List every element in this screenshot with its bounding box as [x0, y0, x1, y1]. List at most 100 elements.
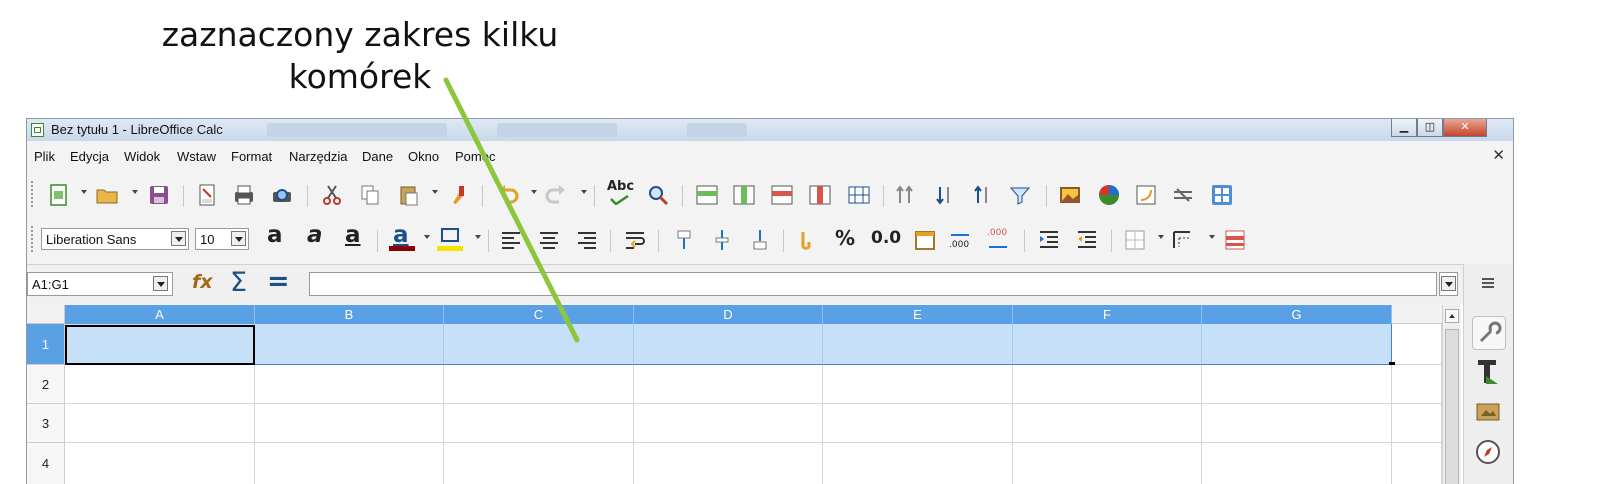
- column-header-d[interactable]: D: [634, 305, 823, 324]
- export-pdf-icon[interactable]: [195, 183, 219, 207]
- menu-okno[interactable]: Okno: [408, 149, 439, 164]
- cell-f4[interactable]: [1013, 443, 1202, 484]
- sidebar-menu-icon[interactable]: [1482, 278, 1494, 288]
- merge-cells-icon[interactable]: [847, 183, 871, 207]
- cell-e1[interactable]: [823, 324, 1013, 365]
- expand-formula-bar-button[interactable]: [1439, 272, 1458, 296]
- font-name-box[interactable]: Liberation Sans: [41, 228, 189, 250]
- cell-e3[interactable]: [823, 404, 1013, 443]
- insert-chart-icon[interactable]: [1097, 183, 1121, 207]
- scroll-thumb[interactable]: [1445, 329, 1459, 484]
- save-icon[interactable]: [147, 183, 171, 207]
- find-replace-icon[interactable]: [646, 183, 670, 207]
- sort-ascending-icon[interactable]: [932, 183, 956, 207]
- cell-b1[interactable]: [255, 324, 444, 365]
- chevron-down-icon[interactable]: [1158, 235, 1164, 239]
- chevron-down-icon[interactable]: [531, 190, 537, 194]
- cell-d3[interactable]: [634, 404, 823, 443]
- toolbar-grip[interactable]: [31, 226, 33, 252]
- navigator-icon[interactable]: [1472, 436, 1504, 468]
- vertical-scrollbar[interactable]: [1442, 305, 1461, 484]
- cell-b3[interactable]: [255, 404, 444, 443]
- sort-icon[interactable]: [893, 183, 917, 207]
- print-preview-icon[interactable]: [270, 183, 294, 207]
- date-format-icon[interactable]: [913, 228, 937, 252]
- copy-icon[interactable]: [358, 183, 382, 207]
- new-document-icon[interactable]: [47, 183, 71, 207]
- column-header-f[interactable]: F: [1013, 305, 1202, 324]
- menu-narzedzia[interactable]: Narzędzia: [289, 149, 348, 164]
- freeze-icon[interactable]: [1210, 183, 1234, 207]
- chevron-down-icon[interactable]: [231, 231, 246, 246]
- cell-g2[interactable]: [1202, 365, 1392, 404]
- align-bottom-icon[interactable]: [748, 228, 772, 252]
- function-wizard-icon[interactable]: fx: [192, 271, 213, 293]
- cell-a4[interactable]: [65, 443, 255, 484]
- decrease-indent-icon[interactable]: [1075, 228, 1099, 252]
- clone-formatting-icon[interactable]: [447, 183, 471, 207]
- cell-c1[interactable]: [444, 324, 634, 365]
- print-icon[interactable]: [232, 183, 256, 207]
- border-style-icon[interactable]: [1170, 228, 1194, 252]
- column-header-h[interactable]: [1392, 305, 1442, 324]
- insert-image-icon[interactable]: [1058, 183, 1082, 207]
- column-header-c[interactable]: C: [444, 305, 634, 324]
- undo-icon[interactable]: [496, 183, 520, 207]
- currency-format-icon[interactable]: [795, 228, 819, 252]
- increase-indent-icon[interactable]: [1037, 228, 1061, 252]
- cell-g3[interactable]: [1202, 404, 1392, 443]
- align-center-icon[interactable]: [537, 228, 561, 252]
- title-bar[interactable]: Bez tytułu 1 - LibreOffice Calc ▁ ◫ ✕: [27, 119, 1513, 141]
- column-header-b[interactable]: B: [255, 305, 444, 324]
- font-color-icon[interactable]: a: [389, 222, 415, 252]
- menu-format[interactable]: Format: [231, 149, 272, 164]
- percent-format-button[interactable]: %: [835, 226, 855, 250]
- row-header-2[interactable]: 2: [27, 365, 65, 404]
- chevron-down-icon[interactable]: [424, 235, 430, 239]
- align-top-icon[interactable]: [672, 228, 696, 252]
- cell-h4[interactable]: [1392, 443, 1442, 484]
- chevron-down-icon[interactable]: [475, 235, 481, 239]
- font-size-box[interactable]: 10: [195, 228, 249, 250]
- cell-f2[interactable]: [1013, 365, 1202, 404]
- center-vertically-icon[interactable]: [710, 228, 734, 252]
- cell-d4[interactable]: [634, 443, 823, 484]
- cut-icon[interactable]: [320, 183, 344, 207]
- column-header-a[interactable]: A: [65, 305, 255, 324]
- delete-rows-icon[interactable]: [770, 183, 794, 207]
- align-left-icon[interactable]: [499, 228, 523, 252]
- menu-wstaw[interactable]: Wstaw: [177, 149, 216, 164]
- highlight-color-icon[interactable]: [437, 226, 463, 252]
- autofilter-icon[interactable]: [1008, 183, 1032, 207]
- cell-b4[interactable]: [255, 443, 444, 484]
- add-decimal-place-button[interactable]: .000: [949, 228, 973, 254]
- chevron-down-icon[interactable]: [581, 190, 587, 194]
- function-icon[interactable]: =: [267, 266, 290, 297]
- cell-c4[interactable]: [444, 443, 634, 484]
- maximize-button[interactable]: ◫: [1417, 119, 1443, 137]
- row-header-3[interactable]: 3: [27, 404, 65, 443]
- cell-c2[interactable]: [444, 365, 634, 404]
- spelling-icon[interactable]: Abc: [607, 179, 634, 205]
- chevron-down-icon[interactable]: [171, 231, 186, 246]
- italic-icon[interactable]: a: [307, 222, 323, 248]
- bold-icon[interactable]: a: [267, 222, 283, 248]
- scroll-up-button[interactable]: [1445, 309, 1459, 323]
- menu-pomoc[interactable]: Pomoc: [455, 149, 495, 164]
- properties-icon[interactable]: [1472, 316, 1506, 350]
- row-header-4[interactable]: 4: [27, 443, 65, 484]
- cell-h3[interactable]: [1392, 404, 1442, 443]
- minimize-button[interactable]: ▁: [1391, 119, 1417, 137]
- close-document-icon[interactable]: ✕: [1492, 146, 1505, 164]
- cell-g4[interactable]: [1202, 443, 1392, 484]
- cell-g1[interactable]: [1202, 324, 1392, 365]
- cell-h1[interactable]: [1392, 324, 1442, 365]
- menu-widok[interactable]: Widok: [124, 149, 160, 164]
- cell-d2[interactable]: [634, 365, 823, 404]
- cell-e4[interactable]: [823, 443, 1013, 484]
- menu-plik[interactable]: Plik: [34, 149, 55, 164]
- column-header-e[interactable]: E: [823, 305, 1013, 324]
- chevron-down-icon[interactable]: [153, 276, 168, 291]
- column-header-g[interactable]: G: [1202, 305, 1392, 324]
- cell-h2[interactable]: [1392, 365, 1442, 404]
